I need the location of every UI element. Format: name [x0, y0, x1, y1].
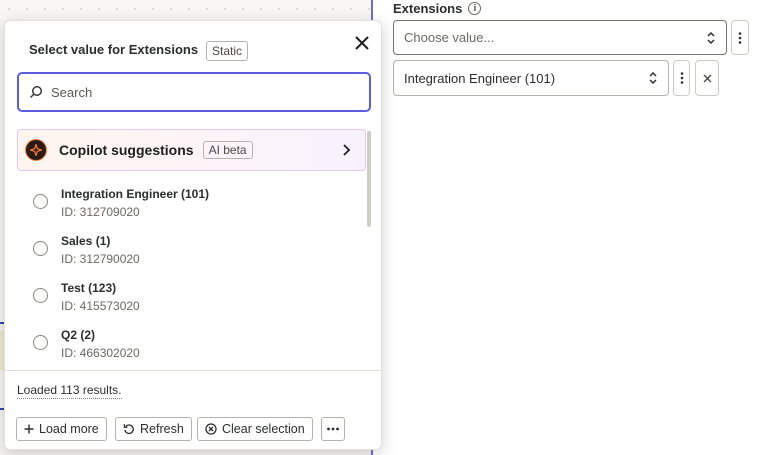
option-id: ID: 415573020	[61, 299, 140, 313]
option-label: Integration Engineer (101)	[61, 187, 210, 201]
refresh-label: Refresh	[140, 422, 184, 436]
chevron-updown-icon	[707, 31, 715, 44]
option-id: ID: 312790020	[61, 252, 140, 266]
load-more-label: Load more	[39, 422, 99, 436]
static-badge: Static	[206, 41, 249, 61]
field-options-button[interactable]	[731, 20, 749, 55]
more-horizontal-icon	[327, 427, 339, 431]
more-vertical-icon	[680, 72, 683, 84]
plus-icon	[24, 424, 34, 434]
close-icon	[703, 74, 711, 82]
choose-value-placeholder: Choose value...	[404, 30, 495, 45]
field-label-text: Extensions	[393, 1, 463, 16]
value-options-button[interactable]	[673, 60, 690, 96]
footer-divider	[5, 370, 381, 371]
options-list: Integration Engineer (101) ID: 312709020…	[17, 179, 367, 367]
copilot-title: Copilot suggestions	[59, 142, 194, 158]
options-scrollbar[interactable]	[367, 131, 371, 227]
close-icon[interactable]	[353, 34, 371, 52]
list-item[interactable]: Q2 (2) ID: 466302020	[17, 320, 367, 367]
option-label: Sales (1)	[61, 234, 111, 248]
radio-button[interactable]	[33, 241, 48, 256]
popover-title: Select value for Extensions	[29, 42, 199, 57]
clear-icon	[205, 423, 217, 435]
refresh-icon	[123, 424, 134, 435]
selected-value-select[interactable]: Integration Engineer (101)	[393, 60, 669, 96]
chevron-right-icon	[343, 144, 351, 156]
search-input[interactable]	[49, 83, 353, 101]
list-item[interactable]: Test (123) ID: 415573020	[17, 273, 367, 320]
refresh-button[interactable]: Refresh	[115, 417, 192, 441]
copilot-logo-icon	[25, 139, 47, 161]
field-label: Extensions i	[393, 1, 482, 16]
remove-value-button[interactable]	[695, 60, 719, 96]
radio-button[interactable]	[33, 194, 48, 209]
radio-button[interactable]	[33, 288, 48, 303]
option-id: ID: 466302020	[61, 346, 140, 360]
select-value-popover: Select value for Extensions Static Copil…	[4, 20, 382, 450]
more-vertical-icon	[738, 31, 742, 44]
load-more-button[interactable]: Load more	[16, 417, 107, 441]
search-field[interactable]	[17, 72, 371, 112]
option-label: Test (123)	[61, 281, 117, 295]
selected-value-text: Integration Engineer (101)	[404, 70, 556, 86]
option-label: Q2 (2)	[61, 328, 96, 342]
choose-value-select[interactable]: Choose value...	[393, 20, 727, 55]
list-item[interactable]: Sales (1) ID: 312790020	[17, 226, 367, 273]
field-config-panel: Extensions i Choose value... Integration…	[373, 0, 770, 455]
clear-selection-label: Clear selection	[222, 422, 305, 436]
info-icon[interactable]: i	[468, 2, 482, 15]
chevron-updown-icon	[649, 71, 657, 85]
copilot-suggestions-row[interactable]: Copilot suggestions AI beta	[17, 129, 366, 171]
list-item[interactable]: Integration Engineer (101) ID: 312709020	[17, 179, 367, 226]
more-actions-button[interactable]	[321, 417, 345, 441]
search-icon	[30, 85, 43, 98]
radio-button[interactable]	[33, 335, 48, 350]
results-status: Loaded 113 results.	[17, 383, 122, 399]
option-id: ID: 312709020	[61, 205, 140, 219]
clear-selection-button[interactable]: Clear selection	[197, 417, 313, 441]
ai-beta-badge: AI beta	[202, 141, 253, 159]
